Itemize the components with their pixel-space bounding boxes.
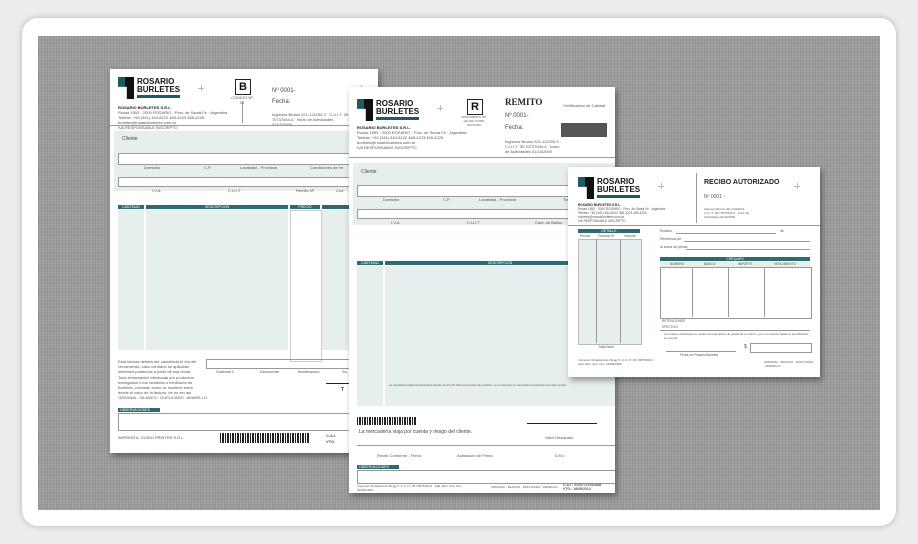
observaciones-header: OBSERVACIONES: [118, 408, 160, 412]
invoice-date-label: Fecha:: [272, 99, 291, 105]
registration-mark-icon: [437, 105, 443, 111]
remito-number: Nº 0001-: [505, 113, 529, 119]
detalle-header: DETALLE: [578, 229, 640, 233]
registration-mark-icon: [658, 183, 664, 189]
logo-mark-icon: [118, 77, 134, 99]
quality-seal-icon: [561, 123, 607, 137]
remito-letter: R: [467, 99, 483, 115]
company-logo: ROSARIO BURLETES: [357, 99, 420, 121]
remito-title: REMITO: [505, 97, 543, 107]
fabric-background: ROSARIO BURLETES ROSARIO BURLETES S.R.L.…: [38, 36, 880, 510]
recibo-sheet: ROSARIO BURLETES ROSARIO BURLETES S.R.L.…: [568, 167, 820, 377]
travel-note: La mercadería viaja por cuenta y riesgo …: [359, 429, 473, 435]
invoice-number: Nº 0001-: [272, 88, 296, 94]
cheques-header: CHEQUES: [660, 257, 810, 261]
barcode: [357, 417, 417, 425]
logo-mark-icon: [357, 99, 373, 121]
company-logo: ROSARIO BURLETES: [578, 177, 641, 199]
invoice-letter: B: [235, 79, 251, 95]
factura-sheet: ROSARIO BURLETES ROSARIO BURLETES S.R.L.…: [110, 69, 378, 453]
registration-mark-icon: [198, 85, 204, 91]
logo-mark-icon: [578, 177, 594, 199]
registration-mark-icon: [794, 183, 800, 189]
barcode: [220, 433, 310, 443]
client-label: Cliente: [122, 136, 138, 142]
recibo-title: RECIBO AUTORIZADO: [704, 179, 780, 186]
company-logo: ROSARIO BURLETES: [118, 77, 181, 99]
recibo-number: Nº 0001 -: [704, 194, 726, 200]
